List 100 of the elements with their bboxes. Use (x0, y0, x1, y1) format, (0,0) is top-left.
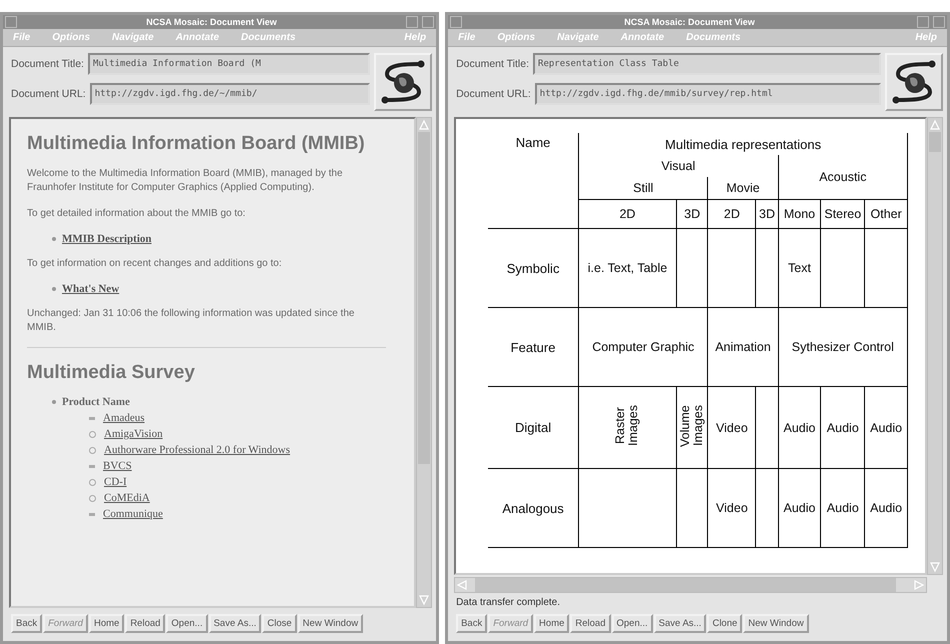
toolbar-button[interactable]: Home (534, 614, 570, 633)
toolbar-button[interactable]: Back (456, 614, 488, 633)
link[interactable]: Authorware Professional 2.0 for Windows (104, 444, 290, 456)
column-header: Multimedia representations (665, 136, 822, 152)
toolbar-button[interactable]: Reload (125, 614, 166, 633)
toolbar-button[interactable]: Clone (707, 614, 742, 633)
minimize-button[interactable] (406, 16, 418, 28)
toolbar-button[interactable]: Back (11, 614, 42, 633)
toolbar-button[interactable]: New Window (298, 614, 364, 633)
list-heading: Product Name (62, 396, 130, 408)
column-header: Stereo (824, 207, 862, 221)
vertical-scrollbar[interactable] (416, 117, 432, 608)
table-cell-text: i.e. Text, Table (586, 261, 668, 275)
maximize-button[interactable] (933, 16, 945, 28)
circle-bullet-icon (89, 446, 96, 454)
toolbar-button[interactable]: New Window (743, 614, 809, 633)
scroll-thumb[interactable] (475, 578, 896, 592)
toolbar-button[interactable]: Save As... (654, 614, 706, 633)
link[interactable]: MMIB Description (62, 233, 152, 245)
column-header: Other (870, 207, 902, 221)
scroll-down-icon[interactable] (418, 594, 430, 606)
table-cell-text: Audio (826, 501, 860, 515)
window-menu-button[interactable] (450, 16, 462, 28)
field-label: Document URL: (11, 88, 86, 100)
url-field[interactable]: http://zgdv.igd.fhg.de/mmib/survey/rep.html (534, 83, 881, 105)
toolbar-button[interactable]: Reload (570, 614, 610, 633)
scroll-up-icon[interactable] (929, 119, 941, 131)
field-label: Document Title: (11, 58, 84, 70)
link[interactable]: Communique (103, 508, 163, 520)
field-label: Document URL: (456, 88, 531, 100)
paragraph: To get information on recent changes and additions go to: (27, 257, 283, 271)
bullet-icon (52, 400, 56, 404)
window-title: NCSA Mosaic: Document View (145, 17, 278, 27)
minimize-button[interactable] (917, 16, 929, 28)
circle-bullet-icon (89, 494, 96, 502)
square-bullet-icon (89, 512, 95, 516)
status-text: Data transfer complete. (455, 596, 562, 608)
bullet-icon (52, 287, 56, 291)
title-field[interactable]: Representation Class Table (533, 53, 881, 75)
link[interactable]: CoMEdiA (104, 492, 150, 504)
field-label: Document Title: (456, 58, 530, 70)
table-cell-text: Audio (826, 420, 860, 434)
table-cell-text: Text (787, 261, 812, 275)
link[interactable]: Amadeus (103, 412, 145, 424)
row-header: Digital (515, 420, 552, 435)
vertical-scrollbar[interactable] (927, 117, 943, 575)
scroll-up-icon[interactable] (418, 119, 430, 131)
toolbar-button[interactable]: Close (262, 614, 297, 633)
table-cell-text: Video (715, 501, 749, 515)
column-header: 3D (684, 207, 700, 221)
column-header: Visual (661, 159, 696, 173)
row-header: Analogous (502, 500, 564, 516)
link[interactable]: What's New (62, 283, 120, 295)
link[interactable]: BVCS (103, 460, 132, 472)
toolbar-button[interactable]: Open... (612, 614, 653, 633)
link[interactable]: AmigaVision (104, 428, 163, 440)
horizontal-scrollbar[interactable] (454, 577, 927, 593)
table-cell-text: Audio (869, 501, 904, 515)
window-menu-button[interactable] (5, 16, 17, 28)
column-header: Name (516, 135, 550, 150)
table-cell-text: Volume Images (679, 404, 706, 449)
column-header: 3D (759, 207, 775, 221)
paragraph: To get detailed information about the MMIB go to: (27, 207, 246, 221)
table-cell-text: Audio (782, 420, 816, 434)
circle-bullet-icon (89, 430, 96, 438)
scroll-left-icon[interactable] (456, 579, 468, 591)
paragraph: Unchanged: Jan 31 10:06 the following information was updated since the MMIB. (27, 307, 356, 335)
paragraph: Welcome to the Multimedia Information Board (MMIB), managed by the Fraunhofer Institute for Computer Graphics (Applied Computing). (27, 167, 344, 195)
column-header: 2D (619, 207, 636, 221)
column-header: Mono (784, 207, 816, 221)
table-cell-text: Sythesizer Control (790, 340, 895, 354)
scroll-down-icon[interactable] (929, 561, 941, 573)
title-field[interactable]: Multimedia Information Board (M (88, 53, 370, 75)
table-cell-text: Video (715, 420, 749, 434)
table-cell-text: Computer Graphic (591, 340, 696, 354)
link[interactable]: CD-I (104, 476, 127, 488)
globe-logo-button[interactable] (374, 53, 432, 111)
circle-bullet-icon (89, 478, 96, 486)
section-heading: Multimedia Survey (27, 362, 196, 384)
square-bullet-icon (89, 416, 95, 420)
table-cell-text: Raster Images (614, 404, 641, 448)
url-field[interactable]: http://zgdv.igd.fhg.de/~/mmib/ (90, 83, 370, 105)
maximize-button[interactable] (422, 16, 434, 28)
square-bullet-icon (89, 464, 95, 468)
globe-logo-button[interactable] (885, 53, 943, 111)
column-header: Acoustic (819, 170, 866, 184)
column-header: Movie (726, 181, 760, 195)
toolbar-button[interactable]: Open... (166, 614, 208, 633)
row-header: Symbolic (506, 260, 560, 276)
toolbar-button[interactable]: Home (88, 614, 124, 633)
column-header: Still (633, 181, 654, 195)
scroll-right-icon[interactable] (913, 579, 925, 591)
table-cell-text: Audio (782, 501, 816, 515)
column-header: 2D (724, 207, 740, 221)
table-cell-text: Audio (869, 420, 904, 434)
scroll-thumb[interactable] (418, 132, 430, 464)
page-heading: Multimedia Information Board (MMIB) (27, 133, 366, 155)
toolbar-button[interactable]: Save As... (208, 614, 262, 633)
table-cell-text: Animation (714, 340, 772, 354)
window-title: NCSA Mosaic: Document View (623, 17, 756, 27)
